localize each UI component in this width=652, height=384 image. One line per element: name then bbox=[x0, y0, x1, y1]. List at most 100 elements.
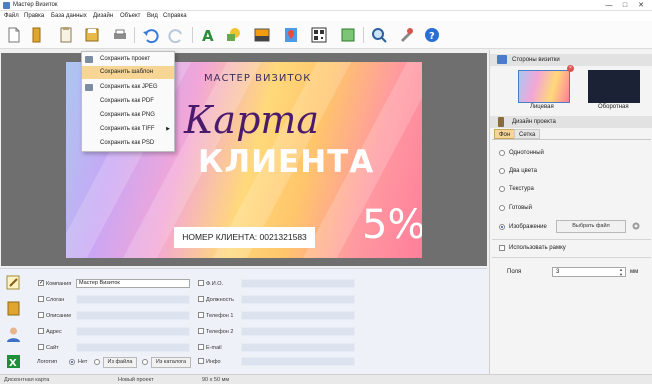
save-dropdown-menu: Сохранить проект Сохранить шаблон Сохран… bbox=[81, 51, 175, 152]
front-side-label: Лицевая bbox=[530, 104, 554, 110]
save-icon[interactable] bbox=[83, 26, 101, 44]
address-checkbox[interactable] bbox=[38, 328, 44, 334]
fullname-label: Ф.И.О. bbox=[206, 281, 223, 287]
description-checkbox[interactable] bbox=[38, 312, 44, 318]
phone1-input[interactable] bbox=[241, 311, 355, 320]
logo-catalog-radio[interactable] bbox=[142, 359, 148, 365]
email-label: E-mail bbox=[206, 345, 222, 351]
bg-ready-label: Готовый bbox=[509, 205, 532, 211]
front-side-thumbnail[interactable] bbox=[518, 70, 570, 103]
menu-item-save-jpeg[interactable]: Сохранить как JPEG bbox=[82, 81, 174, 94]
menu-item-save-pdf[interactable]: Сохранить как PDF bbox=[82, 95, 174, 108]
bg-solid-radio[interactable] bbox=[499, 150, 505, 156]
menu-database[interactable]: База данных bbox=[51, 13, 87, 19]
bg-texture-radio[interactable] bbox=[499, 186, 505, 192]
title-bar: Мастер Визиток — □ ✕ bbox=[0, 0, 652, 11]
menu-view[interactable]: Вид bbox=[147, 13, 158, 19]
card-client-number[interactable]: НОМЕР КЛИЕНТА: 0021321583 bbox=[174, 227, 315, 248]
redo-icon[interactable] bbox=[168, 26, 186, 44]
tab-background[interactable]: Фон bbox=[494, 129, 516, 139]
remove-side-icon[interactable]: × bbox=[567, 65, 574, 72]
zoom-icon[interactable] bbox=[370, 26, 388, 44]
phone1-checkbox[interactable] bbox=[198, 312, 204, 318]
help-icon[interactable]: ? bbox=[423, 26, 441, 44]
email-checkbox[interactable] bbox=[198, 344, 204, 350]
qr-code-icon[interactable] bbox=[310, 26, 328, 44]
excel-icon[interactable]: X bbox=[5, 353, 22, 370]
card-title-script[interactable]: Карта bbox=[184, 98, 319, 142]
site-input[interactable] bbox=[76, 343, 190, 352]
menu-help[interactable]: Справка bbox=[163, 13, 187, 19]
company-input[interactable]: Мастер Визиток bbox=[76, 279, 190, 288]
menu-item-save-png[interactable]: Сохранить как PNG bbox=[82, 109, 174, 122]
position-checkbox[interactable] bbox=[198, 296, 204, 302]
map-icon[interactable] bbox=[282, 26, 300, 44]
menu-edit[interactable]: Правка bbox=[24, 13, 44, 19]
fullname-checkbox[interactable] bbox=[198, 280, 204, 286]
site-checkbox[interactable] bbox=[38, 344, 44, 350]
position-input[interactable] bbox=[241, 295, 355, 304]
user-icon[interactable] bbox=[5, 326, 22, 343]
menu-design[interactable]: Дизайн bbox=[93, 13, 113, 19]
edit-text-icon[interactable] bbox=[5, 274, 22, 291]
menu-item-save-tiff[interactable]: Сохранить как TIFF ▶ bbox=[82, 123, 174, 136]
book-icon[interactable] bbox=[5, 300, 22, 317]
maximize-button[interactable]: □ bbox=[620, 1, 630, 10]
phone2-checkbox[interactable] bbox=[198, 328, 204, 334]
description-input[interactable] bbox=[76, 311, 190, 320]
address-input[interactable] bbox=[76, 327, 190, 336]
back-side-thumbnail[interactable] bbox=[588, 70, 640, 103]
menu-object[interactable]: Объект bbox=[120, 13, 140, 19]
print-icon[interactable] bbox=[111, 26, 129, 44]
window-title: Мастер Визиток bbox=[13, 2, 58, 8]
menu-file[interactable]: Файл bbox=[4, 13, 19, 19]
choose-file-button[interactable]: Выбрать файл bbox=[556, 220, 626, 233]
logo-none-label: Нет bbox=[78, 359, 88, 365]
card-fields-panel: X Компания Мастер Визиток Слоган Описани… bbox=[0, 268, 487, 374]
design-icon bbox=[498, 117, 504, 127]
slogan-input[interactable] bbox=[76, 295, 190, 304]
menu-item-save-psd[interactable]: Сохранить как PSD bbox=[82, 137, 174, 150]
logo-file-radio[interactable] bbox=[94, 359, 100, 365]
menu-item-save-template[interactable]: Сохранить шаблон bbox=[82, 66, 174, 79]
undo-icon[interactable] bbox=[141, 26, 159, 44]
address-label: Адрес bbox=[46, 329, 62, 335]
card-brand-text[interactable]: МАСТЕР ВИЗИТОК bbox=[204, 73, 311, 84]
margins-label: Поля bbox=[507, 269, 522, 275]
bg-image-radio[interactable] bbox=[499, 224, 505, 230]
svg-text:A: A bbox=[202, 27, 214, 44]
text-icon[interactable]: A bbox=[199, 26, 217, 44]
fullname-input[interactable] bbox=[241, 279, 355, 288]
crop-icon[interactable] bbox=[339, 26, 357, 44]
use-frame-checkbox[interactable] bbox=[499, 245, 505, 251]
tools-icon[interactable] bbox=[398, 26, 416, 44]
image-icon[interactable] bbox=[253, 26, 271, 44]
margins-input[interactable]: 3 bbox=[552, 267, 626, 277]
card-title-bold[interactable]: КЛИЕНТА bbox=[198, 144, 374, 180]
minimize-button[interactable]: — bbox=[604, 1, 614, 10]
open-icon[interactable] bbox=[28, 26, 46, 44]
slogan-checkbox[interactable] bbox=[38, 296, 44, 302]
logo-from-file-button[interactable]: Из файла bbox=[103, 357, 137, 368]
bg-two-color-radio[interactable] bbox=[499, 168, 505, 174]
card-discount[interactable]: 5% bbox=[362, 202, 422, 248]
settings-gear-icon[interactable] bbox=[631, 221, 641, 231]
info-input[interactable] bbox=[241, 357, 355, 366]
shapes-icon[interactable] bbox=[224, 26, 242, 44]
bg-image-label: Изображение bbox=[509, 224, 547, 230]
bg-ready-radio[interactable] bbox=[499, 205, 505, 211]
new-file-icon[interactable] bbox=[5, 26, 23, 44]
email-input[interactable] bbox=[241, 343, 355, 352]
margins-spinner-icon[interactable]: ▲ ▼ bbox=[619, 267, 623, 277]
use-frame-label: Использовать рамку bbox=[509, 245, 566, 251]
logo-from-catalog-button[interactable]: Из каталога bbox=[151, 357, 191, 368]
phone2-input[interactable] bbox=[241, 327, 355, 336]
menu-item-save-project[interactable]: Сохранить проект bbox=[82, 53, 174, 66]
logo-none-radio[interactable] bbox=[69, 359, 75, 365]
info-checkbox[interactable] bbox=[198, 358, 204, 364]
company-checkbox[interactable] bbox=[38, 279, 44, 286]
tab-grid[interactable]: Сетка bbox=[514, 129, 541, 139]
templates-icon[interactable] bbox=[57, 26, 75, 44]
close-button[interactable]: ✕ bbox=[636, 1, 646, 10]
submenu-arrow-icon: ▶ bbox=[166, 126, 170, 132]
